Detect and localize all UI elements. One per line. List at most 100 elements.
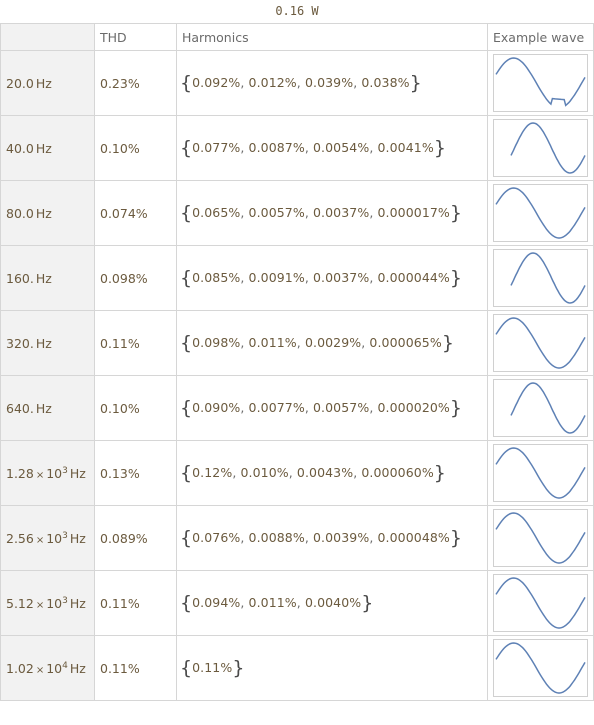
harmonic-value: 0.012% (248, 75, 297, 90)
example-wave-plot (493, 509, 588, 567)
open-brace: { (180, 137, 193, 159)
harmonic-value: 0.000060% (361, 465, 434, 480)
plot-frame (493, 54, 588, 112)
example-wave-plot (493, 54, 588, 112)
harmonic-value: 0.000017% (377, 205, 450, 220)
close-brace: } (232, 657, 245, 679)
example-wave-cell (487, 245, 594, 311)
corner-cell (0, 23, 95, 51)
power-base: 10 (46, 595, 63, 611)
thd-value: 0.10% (94, 375, 177, 441)
harmonic-value: 0.0037% (313, 270, 370, 285)
example-wave-plot (493, 639, 588, 697)
harmonics-list: 0.092%, 0.012%, 0.039%, 0.038% (192, 75, 410, 90)
frequency-mantissa: 5.12 (6, 595, 34, 611)
close-brace: } (449, 202, 462, 224)
example-wave-plot (493, 314, 588, 372)
frequency-unit: Hz (69, 465, 86, 481)
example-wave-plot (493, 119, 588, 177)
list-separator: , (240, 400, 249, 415)
harmonics-list: 0.077%, 0.0087%, 0.0054%, 0.0041% (192, 140, 434, 155)
list-separator: , (288, 465, 297, 480)
harmonic-value: 0.076% (192, 530, 241, 545)
harmonic-value: 0.085% (192, 270, 241, 285)
table-row: 320. Hz 0.11% {0.098%, 0.011%, 0.0029%, 0.0… (0, 310, 594, 376)
example-wave-plot (493, 249, 588, 307)
example-wave-plot (493, 444, 588, 502)
frequency-mantissa: 160. (6, 270, 34, 286)
harmonic-value: 0.0057% (313, 400, 370, 415)
table-row: 40.0 Hz 0.10% {0.077%, 0.0087%, 0.0054%, 0.… (0, 115, 594, 181)
harmonic-value: 0.011% (248, 595, 297, 610)
thd-value: 0.11% (94, 310, 177, 376)
open-brace: { (180, 72, 193, 94)
frequency-cell: 80.0 Hz (0, 180, 95, 246)
harmonic-value: 0.000065% (369, 335, 442, 350)
open-brace: { (180, 462, 193, 484)
table-row: 640. Hz 0.10% {0.090%, 0.0077%, 0.0057%, 0.… (0, 375, 594, 441)
close-brace: } (449, 397, 462, 419)
example-wave-cell (487, 310, 594, 376)
harmonic-value: 0.065% (192, 205, 241, 220)
frequency-unit: Hz (35, 270, 52, 286)
header-row: THD Harmonics Example wave (0, 23, 594, 51)
harmonic-value: 0.12% (192, 465, 233, 480)
frequency-mantissa: 320. (6, 335, 34, 351)
harmonic-value: 0.038% (361, 75, 410, 90)
harmonic-value: 0.0054% (313, 140, 370, 155)
harmonics-list: 0.11% (192, 660, 232, 675)
thd-value: 0.074% (94, 180, 177, 246)
harmonic-value: 0.092% (192, 75, 241, 90)
list-separator: , (296, 75, 305, 90)
close-brace: } (433, 137, 446, 159)
frequency-mantissa: 20.0 (6, 75, 34, 91)
harmonics-list: 0.090%, 0.0077%, 0.0057%, 0.000020% (192, 400, 450, 415)
harmonic-value: 0.0088% (248, 530, 305, 545)
harmonic-value: 0.094% (192, 595, 241, 610)
plot-frame (493, 639, 588, 697)
frequency-mantissa: 640. (6, 400, 34, 416)
frequency-cell: 1.02 × 104 Hz (0, 635, 95, 701)
plot-frame (493, 184, 588, 242)
table-row: 5.12 × 103 Hz 0.11% {0.094%, 0.011%, 0.0040%} (0, 570, 594, 636)
thd-table: THD Harmonics Example wave 20.0 Hz 0.23% {0… (0, 23, 594, 701)
close-brace: } (449, 527, 462, 549)
frequency-cell: 5.12 × 103 Hz (0, 570, 95, 636)
list-separator: , (304, 205, 313, 220)
harmonics-cell: {0.098%, 0.011%, 0.0029%, 0.000065%} (176, 310, 488, 376)
example-wave-cell (487, 180, 594, 246)
close-brace: } (441, 332, 454, 354)
harmonic-value: 0.000020% (377, 400, 450, 415)
harmonic-value: 0.0091% (248, 270, 305, 285)
frequency-unit: Hz (35, 335, 52, 351)
frequency-unit: Hz (35, 75, 52, 91)
example-wave-cell (487, 375, 594, 441)
open-brace: { (180, 592, 193, 614)
harmonic-value: 0.0039% (313, 530, 370, 545)
list-separator: , (304, 400, 313, 415)
harmonic-value: 0.010% (240, 465, 289, 480)
example-wave-cell (487, 505, 594, 571)
frequency-cell: 320. Hz (0, 310, 95, 376)
frequency-cell: 160. Hz (0, 245, 95, 311)
page-title: 0.16 W (275, 4, 319, 18)
frequency-unit: Hz (69, 660, 86, 676)
harmonics-cell: {0.077%, 0.0087%, 0.0054%, 0.0041%} (176, 115, 488, 181)
power-base: 10 (46, 465, 63, 481)
open-brace: { (180, 657, 193, 679)
frequency-unit: Hz (35, 140, 52, 156)
frequency-exponent: 3 (62, 465, 68, 476)
harmonics-list: 0.12%, 0.010%, 0.0043%, 0.000060% (192, 465, 434, 480)
open-brace: { (180, 332, 193, 354)
table-row: 160. Hz 0.098% {0.085%, 0.0091%, 0.0037%, 0… (0, 245, 594, 311)
list-separator: , (240, 75, 249, 90)
harmonic-value: 0.0041% (377, 140, 434, 155)
plot-frame (493, 314, 588, 372)
list-separator: , (240, 335, 249, 350)
harmonics-cell: {0.065%, 0.0057%, 0.0037%, 0.000017%} (176, 180, 488, 246)
frequency-cell: 640. Hz (0, 375, 95, 441)
harmonic-value: 0.098% (192, 335, 241, 350)
table-row: 1.28 × 103 Hz 0.13% {0.12%, 0.010%, 0.0043%, … (0, 440, 594, 506)
frequency-unit: Hz (69, 595, 86, 611)
times-sign: × (35, 664, 45, 676)
